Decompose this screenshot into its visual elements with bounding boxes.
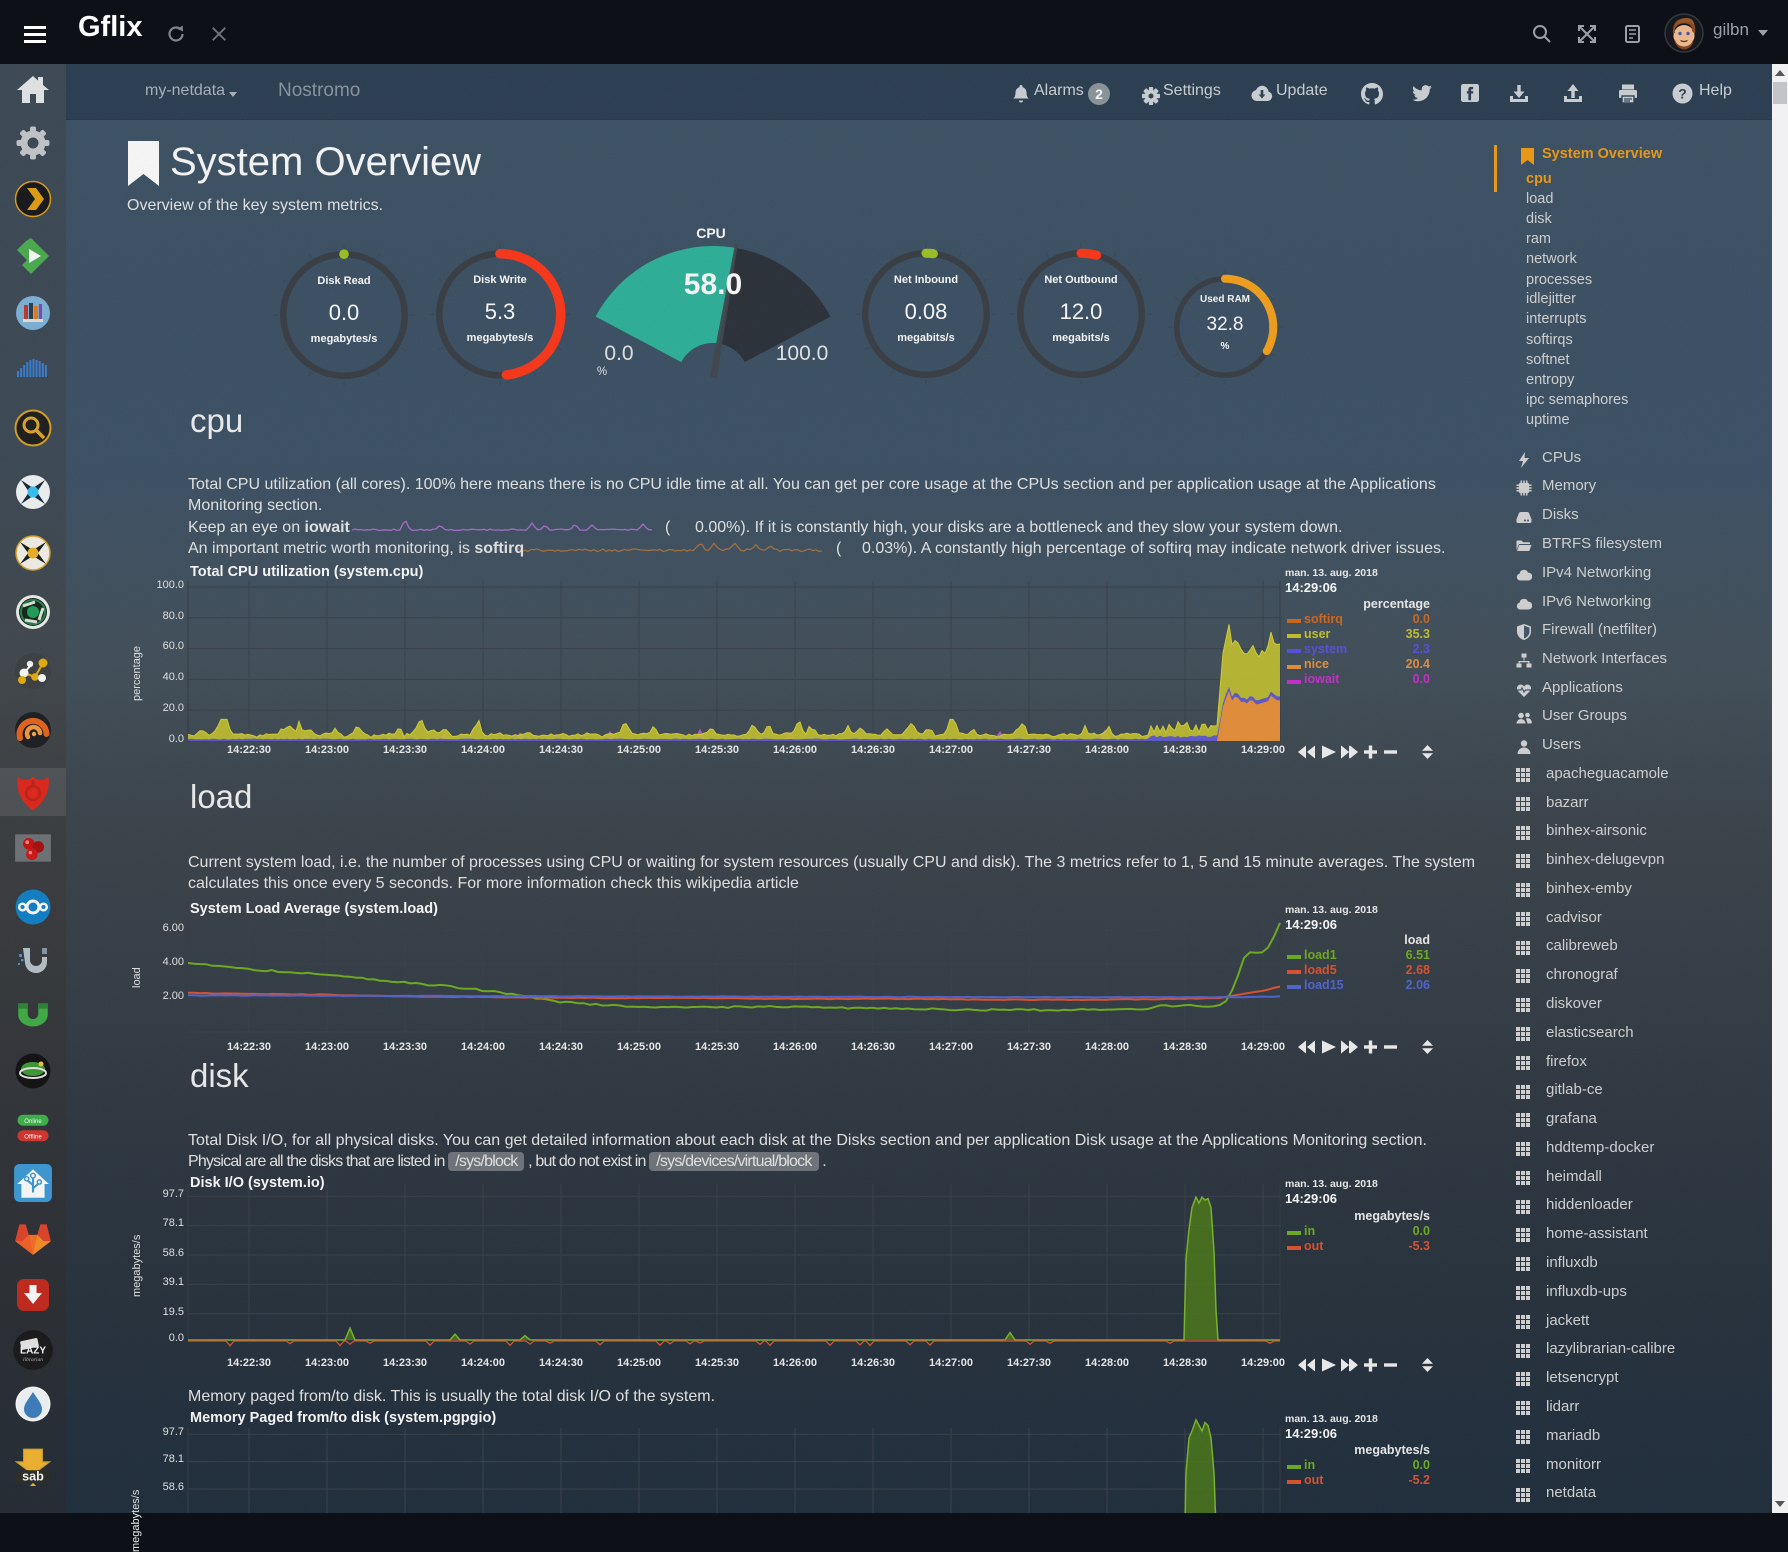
svg-text:LAZY: LAZY [20, 1345, 46, 1356]
svg-text:librarian: librarian [23, 1357, 43, 1363]
svg-text:Online: Online [24, 1119, 42, 1125]
svg-text:Offline: Offline [24, 1134, 42, 1140]
svg-text:?: ? [1678, 86, 1687, 102]
svg-text:sab: sab [22, 1470, 44, 1484]
